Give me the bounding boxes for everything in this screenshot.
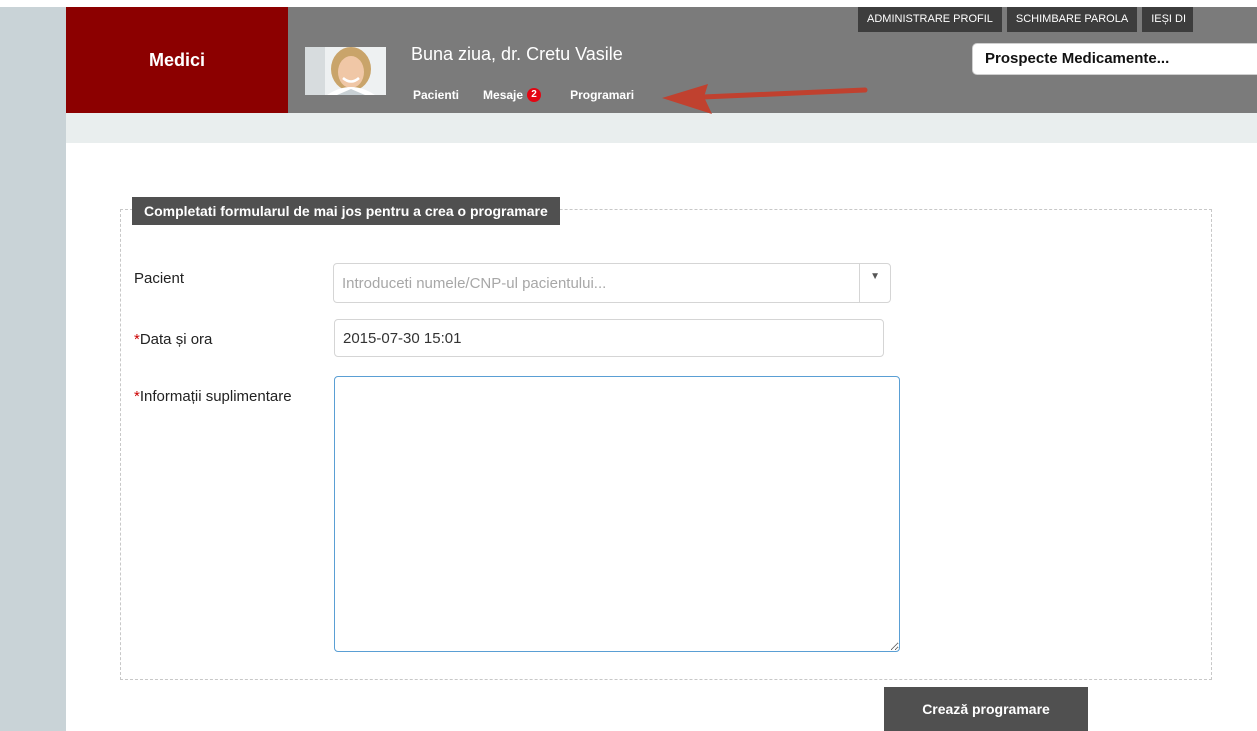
main-nav: Pacienti Mesaje 2 Programari	[413, 88, 658, 102]
datetime-label-text: Data și ora	[139, 331, 213, 348]
profile-admin-button[interactable]: ADMINISTRARE PROFIL	[858, 7, 1002, 32]
user-avatar	[305, 47, 386, 95]
change-password-button[interactable]: SCHIMBARE PAROLA	[1006, 7, 1138, 32]
nav-messages-link[interactable]: Mesaje	[483, 88, 523, 102]
brand-logo[interactable]: Medici	[66, 7, 288, 113]
avatar-photo-icon	[305, 47, 386, 95]
patient-select-placeholder: Introduceti numele/CNP-ul pacientului...	[342, 275, 607, 292]
annotation-arrow-icon	[662, 84, 868, 114]
top-strip	[0, 0, 1257, 7]
datetime-input[interactable]	[334, 319, 884, 357]
top-actions: ADMINISTRARE PROFIL SCHIMBARE PAROLA IEȘ…	[858, 7, 1194, 32]
create-appointment-button[interactable]: Crează programare	[884, 687, 1088, 731]
drug-leaflets-search[interactable]: Prospecte Medicamente...	[972, 43, 1257, 75]
info-label: *Informații suplimentare	[134, 388, 292, 405]
chevron-down-icon[interactable]: ▼	[870, 271, 880, 282]
info-label-text: Informații suplimentare	[139, 388, 292, 405]
greeting-text: Buna ziua, dr. Cretu Vasile	[411, 44, 623, 64]
nav-patients-link[interactable]: Pacienti	[413, 88, 459, 102]
additional-info-textarea[interactable]	[334, 376, 900, 652]
messages-count-badge: 2	[527, 88, 542, 102]
form-legend: Completati formularul de mai jos pentru …	[132, 197, 560, 225]
patient-select-divider	[859, 264, 860, 302]
nav-messages[interactable]: Mesaje 2	[483, 88, 542, 102]
patient-select[interactable]: Introduceti numele/CNP-ul pacientului...…	[333, 263, 891, 303]
brand-title: Medici	[148, 49, 205, 70]
patient-label: Pacient	[134, 270, 185, 287]
left-gutter	[0, 7, 66, 731]
nav-appointments-link[interactable]: Programari	[570, 88, 634, 102]
datetime-label: *Data și ora	[134, 331, 212, 348]
logout-button[interactable]: IEȘI DI	[1142, 7, 1194, 32]
